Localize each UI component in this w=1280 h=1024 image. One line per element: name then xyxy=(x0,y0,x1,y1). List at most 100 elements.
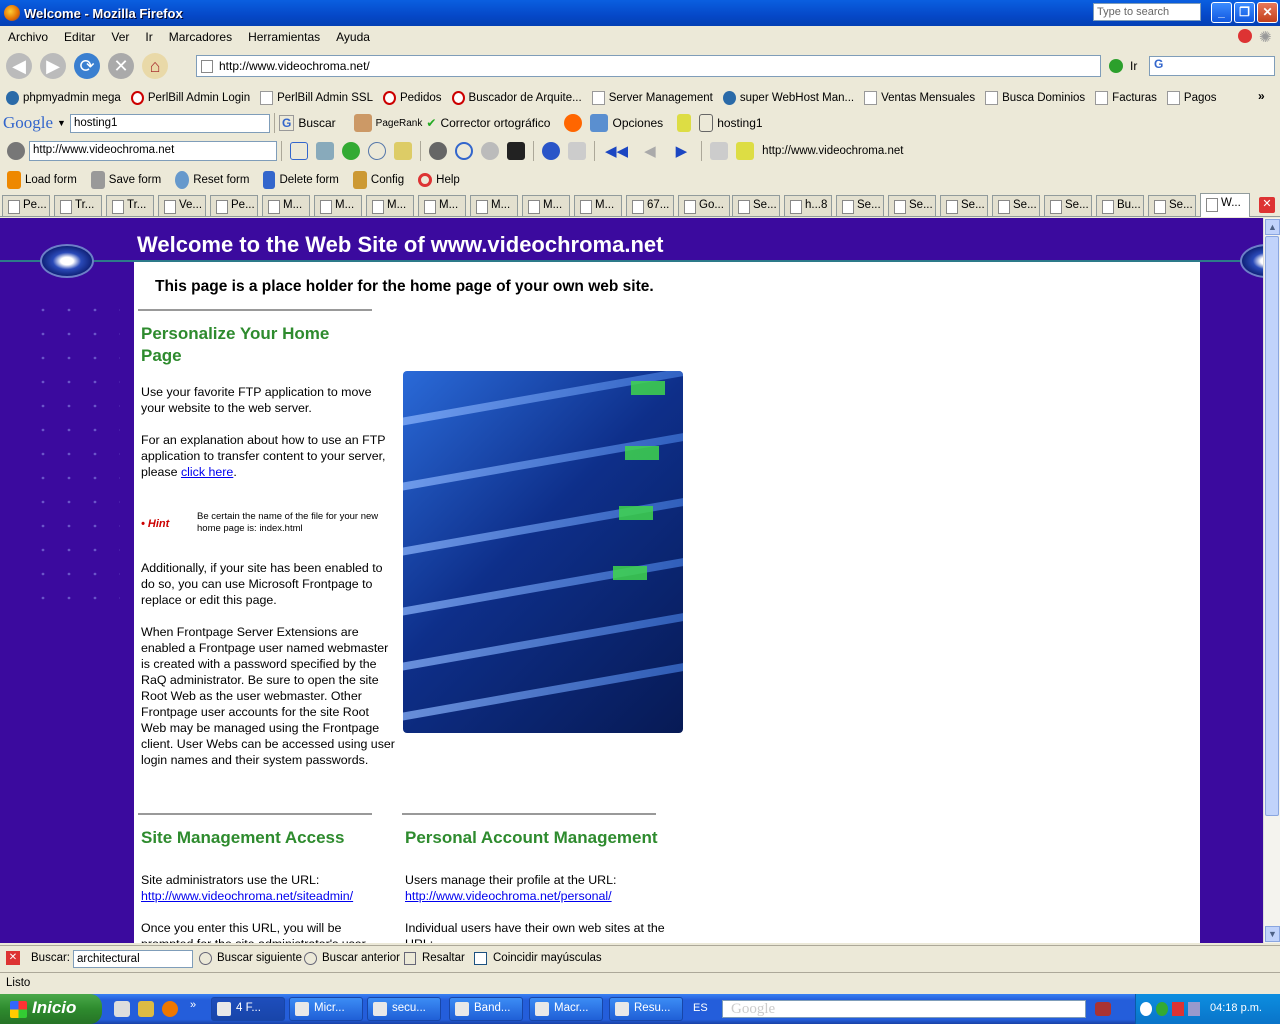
bookmark-item[interactable]: phpmyadmin mega xyxy=(6,91,121,105)
menu-ayuda[interactable]: Ayuda xyxy=(328,30,378,44)
search-engine-input[interactable]: G xyxy=(1149,56,1275,76)
tab[interactable]: Se... xyxy=(992,195,1040,216)
quicklaunch-icon[interactable] xyxy=(138,1001,154,1017)
toolbar-right-url[interactable]: http://www.videochroma.net xyxy=(762,145,903,157)
forward-icon[interactable]: ▶ xyxy=(40,53,66,79)
back-icon[interactable]: ◀ xyxy=(6,53,32,79)
url-input[interactable]: http://www.videochroma.net/ xyxy=(196,55,1101,77)
menu-herramientas[interactable]: Herramientas xyxy=(240,30,328,44)
chevron-down-icon[interactable]: ▼ xyxy=(57,118,66,128)
firefox-quicklaunch-icon[interactable] xyxy=(162,1001,178,1017)
match-case-checkbox[interactable] xyxy=(474,952,487,965)
tab[interactable]: Go... xyxy=(678,195,730,216)
title-search-input[interactable]: Type to search xyxy=(1093,3,1201,21)
translate-icon[interactable] xyxy=(316,142,334,160)
tab[interactable]: Se... xyxy=(732,195,780,216)
cursor-icon[interactable] xyxy=(481,142,499,160)
pen-icon[interactable] xyxy=(710,142,729,160)
personal-link[interactable]: http://www.videochroma.net/personal/ xyxy=(405,889,612,903)
tab[interactable]: M... xyxy=(522,195,570,216)
clover-icon[interactable] xyxy=(342,142,360,160)
quicklaunch-overflow-icon[interactable]: » xyxy=(190,999,196,1011)
tab[interactable]: Bu... xyxy=(1096,195,1144,216)
tray-icon[interactable] xyxy=(1172,1002,1184,1016)
bookmark-item[interactable]: Ventas Mensuales xyxy=(864,91,975,105)
delete-form-button[interactable]: Delete form xyxy=(279,174,338,186)
spellcheck-button[interactable]: Corrector ortográfico xyxy=(440,116,550,130)
tab[interactable]: Se... xyxy=(1148,195,1196,216)
go-icon[interactable] xyxy=(1109,59,1123,73)
minimize-button[interactable]: _ xyxy=(1211,2,1232,23)
google-icon[interactable] xyxy=(290,142,308,160)
scroll-down-icon[interactable]: ▼ xyxy=(1265,926,1280,942)
bookmark-item[interactable]: Pagos xyxy=(1166,91,1217,105)
prev-icon[interactable]: ◀ xyxy=(644,142,656,160)
find-term-button[interactable]: hosting1 xyxy=(717,116,762,130)
tab[interactable]: M... xyxy=(262,195,310,216)
home-icon[interactable]: ⌂ xyxy=(142,53,168,79)
tab[interactable]: M... xyxy=(574,195,622,216)
tab[interactable]: Ve... xyxy=(158,195,206,216)
taskbar-item[interactable]: Band... xyxy=(449,997,523,1021)
toolbar-url-input[interactable]: http://www.videochroma.net xyxy=(29,141,277,161)
book-icon[interactable] xyxy=(394,142,412,160)
menu-archivo[interactable]: Archivo xyxy=(0,30,56,44)
bookmark-item[interactable]: Pedidos xyxy=(382,91,442,105)
tab[interactable]: Tr... xyxy=(54,195,102,216)
google-logo[interactable]: Google xyxy=(3,113,53,133)
zoom-icon[interactable] xyxy=(455,142,473,160)
close-tab-icon[interactable]: ✕ xyxy=(1259,197,1275,213)
tray-icon[interactable] xyxy=(1188,1002,1200,1016)
options-button[interactable]: Opciones xyxy=(612,116,663,130)
bookmark-item[interactable]: Buscador de Arquite... xyxy=(451,91,582,105)
taskbar-item-firefox[interactable]: 4 F... xyxy=(211,997,285,1021)
bookmark-item[interactable]: Facturas xyxy=(1095,91,1157,105)
scroll-thumb[interactable] xyxy=(1265,236,1279,816)
tab[interactable]: h...8 xyxy=(784,195,832,216)
taskbar-item[interactable]: Macr... xyxy=(529,997,603,1021)
tab[interactable]: Pe... xyxy=(2,195,50,216)
tab[interactable]: 67... xyxy=(626,195,674,216)
load-form-button[interactable]: Load form xyxy=(25,174,77,186)
go-button[interactable]: Ir xyxy=(1130,59,1137,73)
menu-editar[interactable]: Editar xyxy=(56,30,103,44)
gear-icon[interactable] xyxy=(7,142,25,160)
tab[interactable]: M... xyxy=(470,195,518,216)
save-form-button[interactable]: Save form xyxy=(109,174,161,186)
find-input[interactable]: architectural xyxy=(73,950,193,968)
taskbar-item[interactable]: secu... xyxy=(367,997,441,1021)
menu-ver[interactable]: Ver xyxy=(103,30,137,44)
highlighter-icon[interactable] xyxy=(677,114,692,132)
bookmark-item[interactable]: PerlBill Admin SSL xyxy=(260,91,373,105)
info-icon[interactable] xyxy=(542,142,560,160)
siteadmin-link[interactable]: http://www.videochroma.net/siteadmin/ xyxy=(141,889,353,903)
tray-icon[interactable] xyxy=(1156,1002,1168,1016)
marker-icon[interactable] xyxy=(736,142,755,160)
graduation-cap-icon[interactable] xyxy=(507,142,525,160)
help-button[interactable]: Help xyxy=(436,174,460,186)
tab-active[interactable]: W... xyxy=(1200,193,1250,217)
click-here-link[interactable]: click here xyxy=(181,465,233,479)
config-button[interactable]: Config xyxy=(371,174,404,186)
scroll-up-icon[interactable]: ▲ xyxy=(1265,219,1280,235)
find-prev-button[interactable]: Buscar anterior xyxy=(322,952,400,964)
rewind-icon[interactable]: ◀◀ xyxy=(605,142,628,160)
taskbar-item[interactable]: Resu... xyxy=(609,997,683,1021)
highlight-button[interactable]: Resaltar xyxy=(422,952,465,964)
menu-marcadores[interactable]: Marcadores xyxy=(161,30,240,44)
language-indicator[interactable]: ES xyxy=(693,1002,708,1014)
tab[interactable]: Tr... xyxy=(106,195,154,216)
tray-app-icon[interactable] xyxy=(1095,1002,1111,1016)
google-search-button[interactable]: Buscar xyxy=(298,116,335,130)
next-icon[interactable]: ▶ xyxy=(676,142,688,160)
bookmark-item[interactable]: Busca Dominios xyxy=(985,91,1085,105)
tab[interactable]: M... xyxy=(314,195,362,216)
tab[interactable]: Se... xyxy=(888,195,936,216)
blogger-icon[interactable] xyxy=(564,114,583,132)
stop-icon[interactable]: ✕ xyxy=(108,53,134,79)
binoculars-icon[interactable] xyxy=(429,142,447,160)
menu-ir[interactable]: Ir xyxy=(137,30,160,44)
chat-icon[interactable] xyxy=(368,142,386,160)
tab[interactable]: Pe... xyxy=(210,195,258,216)
bookmark-item[interactable]: PerlBill Admin Login xyxy=(130,91,250,105)
